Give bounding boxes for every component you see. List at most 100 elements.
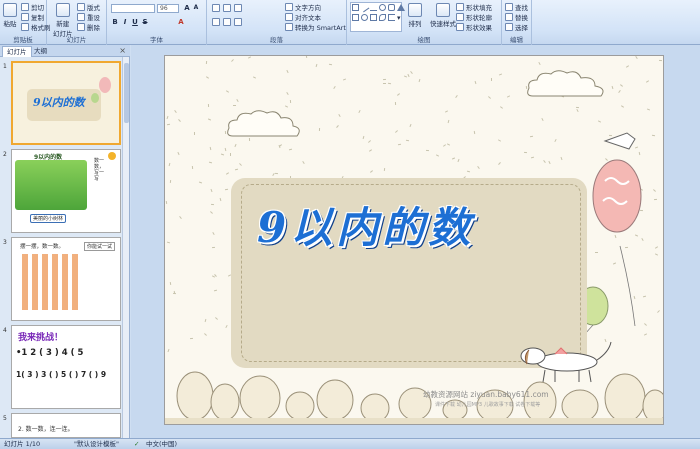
background-speck	[172, 293, 176, 295]
slide-title[interactable]: 9以内的数	[257, 194, 474, 255]
slide-workspace: 9以内的数 幼教资源网站 ziyuan.baby611.com 课件下载 幼儿园…	[131, 45, 700, 438]
new-slide-button[interactable]: 新建 幻灯片	[53, 3, 73, 38]
text-direction-button[interactable]: 文字方向	[285, 2, 321, 12]
circle-shape-icon[interactable]	[361, 14, 368, 21]
more-shapes-icon[interactable]: ▾	[397, 14, 404, 22]
reset-button[interactable]: 重设	[77, 12, 100, 22]
background-speck	[466, 170, 471, 173]
triangle-shape-icon[interactable]	[397, 4, 405, 11]
editing-label: 编辑	[510, 36, 523, 44]
copy-icon	[21, 13, 29, 21]
copy-button[interactable]: 复制	[21, 12, 44, 22]
brace-shape-icon[interactable]	[388, 14, 395, 21]
background-speck	[407, 74, 410, 78]
close-icon[interactable]: ×	[119, 46, 126, 55]
strikethrough-icon[interactable]: S	[141, 18, 149, 26]
background-speck	[169, 162, 171, 167]
oval-shape-icon[interactable]	[379, 4, 386, 11]
slide-thumb-5[interactable]: 2. 数一数，连一连。	[11, 413, 121, 438]
align-center-icon[interactable]	[223, 18, 231, 26]
background-speck	[659, 60, 663, 62]
balloon-icon	[91, 93, 99, 103]
background-speck	[166, 241, 170, 244]
new-slide-icon	[55, 3, 70, 17]
background-speck	[655, 253, 659, 256]
balloon-icon	[99, 77, 111, 93]
rectangle-shape-icon[interactable]	[352, 4, 359, 11]
slide-thumb-2[interactable]: 9以内的数 数一数，写一写 美丽的小树林	[11, 149, 121, 233]
text-direction-icon	[285, 3, 293, 11]
font-size-combo[interactable]: 96	[157, 4, 179, 13]
tab-slides[interactable]: 幻灯片	[2, 46, 32, 57]
slide-thumb-4[interactable]: 我来挑战！ •1 2 ( 3 ) 4 ( 5 1( 3 ) 3 ( ) 5 ( …	[11, 325, 121, 409]
effects-icon	[456, 23, 464, 31]
thumb-line-2: 1( 3 ) 3 ( ) 5 ( ) 7 ( ) 9	[16, 370, 107, 379]
arrange-button[interactable]: 排列	[408, 3, 422, 28]
slide-canvas[interactable]: 9以内的数 幼教资源网站 ziyuan.baby611.com 课件下载 幼儿园…	[164, 55, 664, 425]
paste-label: 粘贴	[3, 20, 17, 28]
paste-button[interactable]: 粘贴	[3, 3, 17, 28]
background-speck	[445, 110, 449, 113]
background-speck	[383, 82, 387, 84]
grow-font-icon[interactable]: A	[183, 4, 191, 12]
background-speck	[226, 172, 230, 175]
line-shape-icon[interactable]	[359, 2, 370, 13]
numbering-icon[interactable]	[223, 4, 231, 12]
background-speck	[362, 136, 365, 140]
reset-label: 重设	[87, 14, 100, 22]
language: 中文(中国)	[146, 440, 178, 448]
shape-fill-label: 形状填充	[466, 4, 492, 12]
shape-outline-label: 形状轮廓	[466, 14, 492, 22]
layout-button[interactable]: 版式	[77, 2, 100, 12]
thumb-number: 5	[3, 415, 7, 422]
paint-bucket-icon	[456, 3, 464, 11]
align-right-icon[interactable]	[234, 18, 242, 26]
background-speck	[474, 80, 477, 84]
drawing-label: 绘图	[417, 36, 431, 44]
underline-icon[interactable]: U	[131, 18, 139, 26]
background-speck	[451, 157, 456, 160]
arrow-shape-icon[interactable]	[370, 4, 377, 11]
slide-thumb-1[interactable]: 9以内的数	[11, 61, 121, 145]
replace-icon	[505, 13, 513, 21]
font-color-icon[interactable]: A	[177, 18, 185, 26]
shape-fill-button[interactable]: 形状填充	[456, 2, 492, 12]
background-speck	[210, 189, 213, 193]
align-left-icon[interactable]	[212, 18, 220, 26]
shrink-font-icon[interactable]: A	[192, 4, 200, 12]
pane-tabs: 幻灯片 大纲 ×	[0, 45, 130, 57]
shape-outline-button[interactable]: 形状轮廓	[456, 12, 492, 22]
square-shape-icon[interactable]	[352, 14, 359, 21]
thumb-number: 2	[3, 151, 7, 158]
align-text-button[interactable]: 对齐文本	[285, 12, 321, 22]
block-arrow-shape-icon[interactable]	[370, 14, 377, 21]
font-name-combo[interactable]	[111, 4, 155, 13]
bold-icon[interactable]: B	[111, 18, 119, 26]
background-speck	[435, 154, 439, 157]
bullets-icon[interactable]	[212, 4, 220, 12]
indent-icon[interactable]	[234, 4, 242, 12]
background-speck	[357, 110, 361, 114]
shape-effects-button[interactable]: 形状效果	[456, 22, 492, 32]
rounded-rect-shape-icon[interactable]	[388, 4, 395, 11]
find-button[interactable]: 查找	[505, 2, 528, 12]
select-button[interactable]: 选择	[505, 22, 528, 32]
tab-outline[interactable]: 大纲	[30, 46, 51, 57]
delete-slide-button[interactable]: 删除	[77, 22, 100, 32]
background-speck	[198, 181, 203, 184]
background-speck	[335, 124, 339, 128]
background-speck	[271, 173, 275, 177]
pane-scrollbar[interactable]	[122, 57, 129, 438]
replace-label: 替换	[515, 14, 528, 22]
background-speck	[215, 317, 219, 320]
replace-button[interactable]: 替换	[505, 12, 528, 22]
cut-button[interactable]: 剪切	[21, 2, 44, 12]
shapes-gallery[interactable]: ▾	[350, 2, 405, 32]
smartart-button[interactable]: 转换为 SmartArt	[285, 22, 346, 32]
scroll-thumb[interactable]	[124, 63, 129, 123]
slide-thumb-3[interactable]: 摆一摆，数一数。 你能试一试	[11, 237, 121, 321]
star-shape-icon[interactable]	[379, 14, 386, 21]
quick-styles-button[interactable]: 快速样式	[430, 3, 456, 28]
reset-icon	[77, 13, 85, 21]
italic-icon[interactable]: I	[121, 18, 129, 26]
